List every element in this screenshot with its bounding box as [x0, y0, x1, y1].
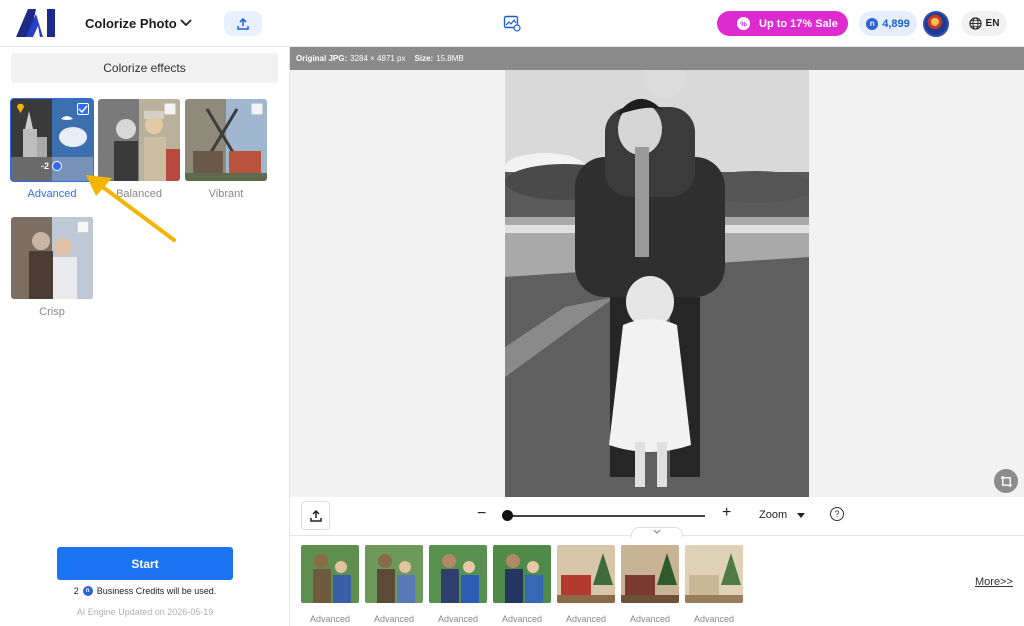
- history-thumbnail[interactable]: [621, 545, 679, 603]
- app-logo-icon[interactable]: [16, 9, 58, 37]
- effect-label: Advanced: [27, 188, 77, 200]
- sale-button[interactable]: % Up to 17% Sale: [717, 11, 848, 36]
- collapse-history-button[interactable]: [631, 527, 683, 537]
- result-history: Advanced Advanced Advanced Advanced Adva…: [290, 535, 1024, 626]
- history-label: Advanced: [629, 614, 671, 624]
- effects-panel: Colorize effects -2 Advanced Balanced Vi…: [0, 47, 290, 626]
- upload-icon: [309, 509, 322, 522]
- source-photo: [505, 47, 809, 497]
- history-item[interactable]: Advanced: [493, 545, 551, 624]
- premium-gem-icon: [16, 103, 25, 114]
- credits-balance[interactable]: n 4,899: [859, 11, 917, 36]
- user-avatar[interactable]: [923, 11, 949, 37]
- credits-usage-note: 2 n Business Credits will be used.: [0, 586, 290, 596]
- compare-view-icon[interactable]: [503, 14, 521, 32]
- credit-cost: -2: [41, 161, 50, 171]
- start-button[interactable]: Start: [57, 547, 233, 580]
- effect-thumbnail[interactable]: -2: [10, 98, 94, 182]
- image-info-bar: Original JPG: 3284 × 4871 px Size: 15.8M…: [290, 47, 1024, 70]
- globe-icon: [968, 17, 982, 30]
- pointer-arrow-icon: [86, 175, 176, 242]
- upload-button[interactable]: [224, 11, 262, 36]
- zoom-out-button[interactable]: −: [477, 505, 486, 523]
- credits-usage-text: Business Credits will be used.: [96, 586, 217, 596]
- history-item[interactable]: Advanced: [621, 545, 679, 624]
- chevron-down-icon[interactable]: [178, 14, 194, 30]
- info-size-label: Size:: [414, 54, 434, 63]
- unselected-checkbox[interactable]: [164, 103, 176, 115]
- zoom-dropdown-label[interactable]: Zoom: [759, 509, 787, 521]
- chevron-down-icon: [653, 529, 661, 534]
- effect-thumbnail[interactable]: [185, 99, 267, 181]
- history-item[interactable]: Advanced: [365, 545, 423, 624]
- effect-crisp[interactable]: Crisp: [11, 217, 93, 318]
- photo-viewport: Original JPG: 3284 × 4871 px Size: 15.8M…: [290, 47, 1024, 497]
- discount-badge-icon: %: [736, 16, 751, 31]
- history-label: Advanced: [693, 614, 735, 624]
- engine-update-note: AI Engine Updated on 2026-05-19: [76, 607, 214, 617]
- zoom-slider-track[interactable]: [506, 515, 705, 517]
- history-item[interactable]: Advanced: [429, 545, 487, 624]
- history-item[interactable]: Advanced: [301, 545, 359, 624]
- history-thumbnail[interactable]: [301, 545, 359, 603]
- history-thumbnail[interactable]: [365, 545, 423, 603]
- effect-thumbnail[interactable]: [11, 217, 93, 299]
- language-label: EN: [985, 18, 1000, 29]
- upload-image-button[interactable]: [301, 501, 330, 530]
- crop-button[interactable]: [994, 469, 1018, 493]
- effect-label: Vibrant: [208, 188, 244, 200]
- credits-count: 2: [73, 586, 79, 596]
- effect-thumbnail[interactable]: [98, 99, 180, 181]
- upload-icon: [237, 17, 249, 30]
- history-thumbnail[interactable]: [557, 545, 615, 603]
- history-thumbnail[interactable]: [429, 545, 487, 603]
- credit-coin-icon: n: [866, 17, 879, 30]
- effects-section-title: Colorize effects: [11, 53, 278, 83]
- info-format-label: Original JPG:: [296, 54, 348, 63]
- effect-advanced[interactable]: -2 Advanced: [10, 98, 94, 200]
- info-dimensions: 3284 × 4871 px: [350, 54, 406, 63]
- credit-coin-icon: [52, 161, 63, 171]
- history-thumbnail[interactable]: [493, 545, 551, 603]
- history-label: Advanced: [501, 614, 543, 624]
- language-selector[interactable]: EN: [961, 11, 1007, 36]
- zoom-slider-handle[interactable]: [502, 510, 513, 521]
- history-label: Advanced: [565, 614, 607, 624]
- zoom-toolbar: − + Zoom ?: [290, 497, 1024, 537]
- effect-label: Crisp: [39, 306, 65, 318]
- crop-icon: [1000, 475, 1012, 487]
- effect-vibrant[interactable]: Vibrant: [185, 99, 267, 200]
- sale-label: Up to 17% Sale: [759, 17, 838, 30]
- history-thumbnail[interactable]: [685, 545, 743, 603]
- more-results-link[interactable]: More>>: [975, 576, 1013, 588]
- caret-down-icon[interactable]: [797, 513, 805, 518]
- svg-text:%: %: [740, 19, 747, 28]
- editor-main: Original JPG: 3284 × 4871 px Size: 15.8M…: [290, 47, 1024, 626]
- info-size: 15.8MB: [436, 54, 464, 63]
- history-item[interactable]: Advanced: [557, 545, 615, 624]
- help-icon[interactable]: ?: [830, 507, 844, 521]
- credit-coin-icon: n: [82, 586, 93, 596]
- app-title[interactable]: Colorize Photo: [85, 16, 177, 31]
- credit-cost-tag: -2: [41, 161, 63, 171]
- zoom-in-button[interactable]: +: [722, 504, 731, 522]
- unselected-checkbox[interactable]: [251, 103, 263, 115]
- history-item[interactable]: Advanced: [685, 545, 743, 624]
- history-label: Advanced: [309, 614, 351, 624]
- top-bar: Colorize Photo % Up to 17% Sale n 4,899: [0, 0, 1024, 47]
- credits-value: 4,899: [882, 17, 910, 30]
- history-label: Advanced: [437, 614, 479, 624]
- history-label: Advanced: [373, 614, 415, 624]
- check-icon: [78, 105, 88, 113]
